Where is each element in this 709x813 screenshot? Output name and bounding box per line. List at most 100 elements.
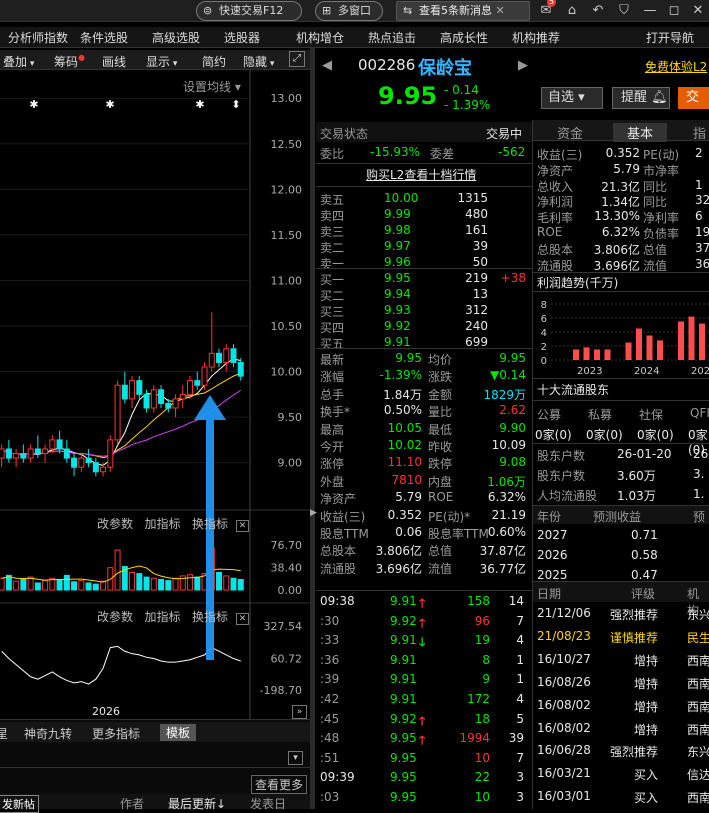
candle-body — [165, 402, 172, 409]
col-last-update[interactable]: 最后更新↓ — [168, 795, 226, 812]
stock-name[interactable]: 保龄宝 — [418, 54, 472, 80]
minimize-icon[interactable]: — — [640, 1, 660, 21]
bell-icon: 🔔︎ — [651, 90, 668, 105]
scroll-right-icon[interactable]: » — [292, 705, 307, 719]
menu-advanced-select[interactable]: 高级选股 — [152, 29, 200, 46]
bid-row[interactable]: 买二 9.94 13 — [316, 286, 532, 303]
menu-open-nav[interactable]: 打开导航 — [646, 29, 694, 46]
menu-hot-chase[interactable]: 热点追击 — [368, 29, 416, 46]
osc-switch-indicator[interactable]: 换指标 — [192, 610, 228, 624]
osc-close-icon[interactable]: ✕ — [235, 613, 250, 625]
stat-label: 收益(三) — [320, 509, 366, 524]
home-icon[interactable]: ⌂ — [562, 1, 582, 21]
menu-analyst-index[interactable]: 分析师指数 — [8, 29, 68, 46]
next-stock-icon[interactable]: ▶ — [518, 58, 528, 73]
fund-label2: 总值 — [643, 242, 668, 257]
fullscreen-icon[interactable]: ⤢ — [289, 51, 305, 67]
draw-line-button[interactable]: 画线 — [102, 53, 126, 70]
bid-row[interactable]: 买一 9.95 219 +38 — [316, 270, 532, 287]
alert-button[interactable]: 提醒 🔔︎ — [612, 87, 670, 109]
tab-magic-nine[interactable]: 神奇九转 — [24, 725, 72, 742]
rating-value: 增持 — [633, 699, 658, 714]
bid-price: 9.95 — [384, 271, 411, 285]
simple-button[interactable]: 简约 — [202, 53, 226, 70]
menu-condition-select[interactable]: 条件选股 — [80, 29, 128, 46]
rating-row[interactable]: 21/12/06 强烈推荐 东兴 — [533, 606, 709, 622]
tick-count: 4 — [516, 633, 524, 648]
osc-add-indicator[interactable]: 加指标 — [144, 610, 180, 624]
menu-high-growth[interactable]: 高成长性 — [440, 29, 488, 46]
rating-row[interactable]: 16/03/01 买入 西南 — [533, 789, 709, 805]
multi-window-button[interactable]: ⊞ 多窗口 — [315, 1, 383, 21]
bid-row[interactable]: 买四 9.92 240 — [316, 318, 532, 335]
tab-funds[interactable]: 资金 — [557, 123, 583, 142]
col-post-date[interactable]: 发表日 — [250, 795, 286, 812]
fund-row: ROE 6.32% 负债率 19 — [533, 225, 709, 241]
display-button[interactable]: 显示 ▾ — [146, 53, 177, 70]
kline-chart-area[interactable]: 设置均线 ▾ 13.00 12.50 12.00 11.50 11.00 10.50 10.… — [0, 70, 310, 719]
rating-row[interactable]: 16/10/27 增持 西南 — [533, 652, 709, 668]
trade-icon: ⊜ — [203, 4, 213, 17]
chips-button[interactable]: 筹码● — [54, 53, 85, 70]
vol-switch-indicator[interactable]: 换指标 — [192, 517, 228, 531]
quick-trade-button[interactable]: ⊜ 快速交易F12 — [196, 1, 302, 21]
close-icon[interactable]: ✕ — [496, 4, 505, 17]
vol-add-indicator[interactable]: 加指标 — [144, 517, 180, 531]
news-tab[interactable]: ⇆ 查看5条新消息 ✕ — [396, 1, 530, 21]
rating-row[interactable]: 16/08/26 增持 西南 — [533, 675, 709, 691]
rating-row[interactable]: 16/08/02 增持 西南 — [533, 698, 709, 714]
menu-bar: 分析师指数 条件选股 高级选股 选股器 机构增仓 热点追击 高成长性 机构推荐 … — [0, 27, 709, 48]
col-author[interactable]: 作者 — [120, 795, 144, 812]
collapse-icon[interactable]: ▾ — [288, 751, 303, 765]
mail-icon[interactable]: ✉ 5 — [536, 0, 557, 21]
trade-button[interactable]: 交 — [678, 87, 709, 109]
bid-row[interactable]: 买三 9.93 312 — [316, 302, 532, 319]
shirt-icon[interactable]: ⛉ — [614, 1, 634, 21]
fund-label: 总股本 — [537, 242, 574, 257]
free-l2-link[interactable]: 免费体验L2 — [645, 58, 707, 75]
hide-button[interactable]: 隐藏 ▾ — [243, 53, 274, 70]
back-icon[interactable]: ↶ — [588, 1, 608, 21]
window-close-icon[interactable]: ✕ — [688, 1, 708, 21]
stat-value: 5.79 — [395, 490, 422, 505]
view-more-button[interactable]: 查看更多 — [251, 775, 308, 794]
panel-splitter[interactable]: ▶ — [310, 48, 317, 809]
menu-inst-recommend[interactable]: 机构推荐 — [512, 29, 560, 46]
new-post-button[interactable]: 发新帖 — [0, 795, 39, 813]
rating-row[interactable]: 21/08/23 谨慎推荐 民生 — [533, 629, 709, 645]
tab-basic[interactable]: 基本 — [613, 123, 668, 142]
ask-row[interactable]: 卖三 9.98 161 — [316, 222, 532, 239]
rating-org: 西南 — [687, 653, 709, 668]
ask-row[interactable]: 卖二 9.97 39 — [316, 238, 532, 255]
vol-close-icon[interactable]: ✕ — [235, 520, 250, 532]
stat-row: 总股本 3.806亿 总值 37.87亿 — [316, 541, 532, 558]
holders-val: 0家(0) — [637, 428, 674, 442]
rating-value: 强烈推荐 — [609, 608, 658, 622]
tick-list[interactable]: 09:38 9.91 🡑 158 14:30 9.92 🡑 96 7:33 9.91 🡓 19 4:36… — [316, 590, 532, 809]
menu-inst-increase[interactable]: 机构增仓 — [296, 29, 344, 46]
ask-row[interactable]: 卖四 9.99 480 — [316, 206, 532, 223]
tab-template[interactable]: 模板 — [160, 724, 197, 741]
fund-label2: 市净率 — [643, 163, 680, 178]
rating-row[interactable]: 16/03/21 买入 信达 — [533, 766, 709, 782]
watchlist-dropdown[interactable]: 自选 ▾ — [541, 87, 603, 109]
volume-bar — [187, 574, 194, 591]
tick-row: 09:38 9.91 🡑 158 14 — [316, 592, 532, 611]
overlay-button[interactable]: 叠加 ▾ — [3, 53, 34, 70]
rating-row[interactable]: 16/06/28 强烈推荐 东兴 — [533, 743, 709, 759]
tab-index[interactable]: 指 — [693, 123, 706, 142]
tick-row: :39 9.91 9 1 — [316, 670, 532, 689]
tab-more-indicators[interactable]: 更多指标 — [92, 725, 140, 742]
stat-label: 内盘 — [428, 474, 453, 489]
rating-row[interactable]: 16/08/02 增持 西南 — [533, 721, 709, 737]
maximize-icon[interactable]: ◻ — [664, 1, 684, 21]
tab-prev[interactable]: 星 — [0, 725, 8, 742]
vol-edit-params[interactable]: 改参数 — [97, 517, 133, 531]
volume-bar — [230, 577, 237, 591]
menu-stock-picker[interactable]: 选股器 — [224, 29, 260, 46]
l2-link[interactable]: 购买L2查看十档行情 — [366, 166, 476, 183]
prev-stock-icon[interactable]: ◀ — [322, 58, 332, 73]
osc-edit-params[interactable]: 改参数 — [97, 610, 133, 624]
ask-row[interactable]: 卖五 10.00 1315 — [316, 190, 532, 207]
tick-time: 09:39 — [320, 770, 355, 785]
